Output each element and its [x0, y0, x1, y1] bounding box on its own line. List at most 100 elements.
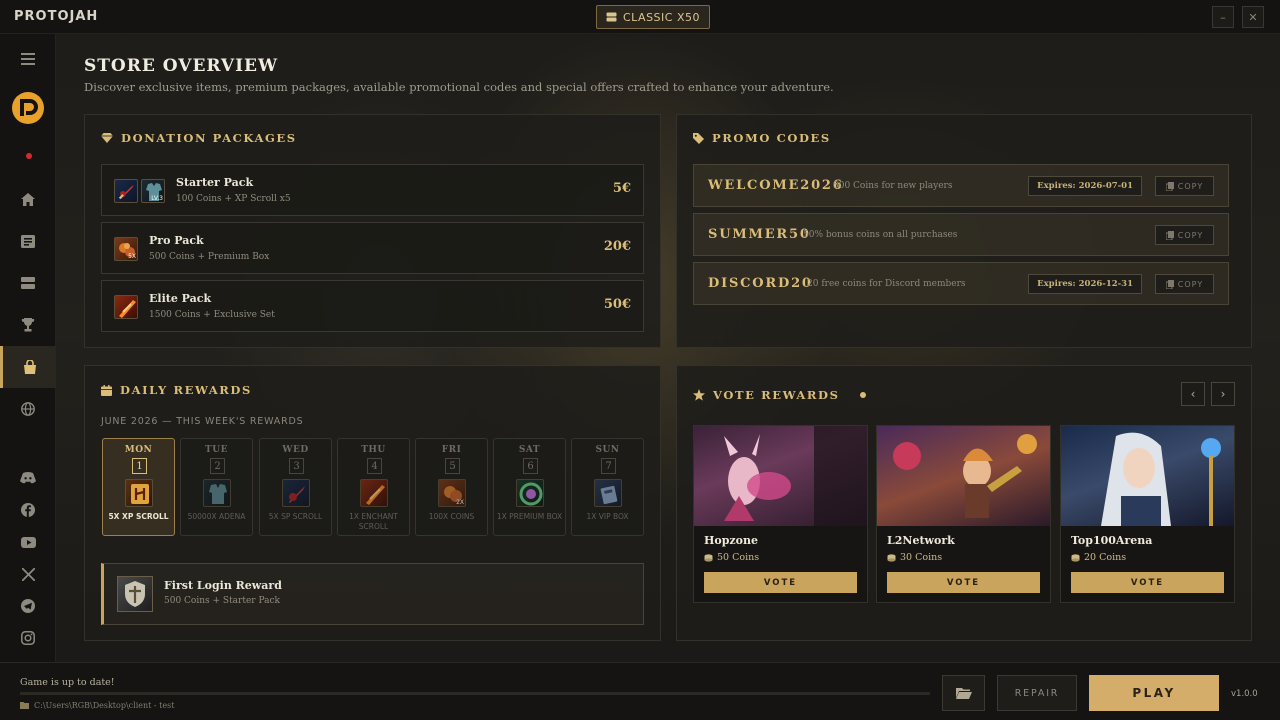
day-name: WED — [282, 445, 309, 455]
day-name: SUN — [595, 445, 620, 455]
vote-coins-amount: 50 Coins — [717, 552, 760, 563]
package-pro[interactable]: 5X Pro Pack 500 Coins + Premium Box 20€ — [101, 222, 644, 274]
day-number: 2 — [210, 458, 225, 474]
star-icon — [693, 389, 705, 401]
vote-button[interactable]: VOTE — [887, 572, 1040, 593]
donation-packages-title: DONATION PACKAGES — [121, 131, 297, 145]
package-price: 20€ — [603, 239, 631, 254]
store-icon[interactable] — [0, 346, 56, 388]
item-badge-5x: 5X — [128, 253, 136, 260]
day-reward: 50000X ADENA — [187, 512, 246, 521]
close-button[interactable]: ✕ — [1242, 6, 1264, 28]
play-button[interactable]: PLAY — [1089, 675, 1219, 711]
item-badge-2x: 2X — [456, 499, 464, 506]
day-card-mon[interactable]: MON 1 5X XP SCROLL — [102, 438, 175, 536]
copy-label: COPY — [1177, 181, 1204, 191]
globe-icon[interactable] — [0, 390, 56, 428]
copy-button[interactable]: COPY — [1155, 176, 1214, 196]
day-card-tue[interactable]: TUE 2 50000X ADENA — [180, 438, 253, 536]
copy-icon — [1165, 279, 1174, 289]
copy-button[interactable]: COPY — [1155, 225, 1214, 245]
package-description: 1500 Coins + Exclusive Set — [149, 310, 275, 320]
vote-card-l2network: L2Network 30 Coins VOTE — [876, 425, 1051, 603]
copy-icon — [1165, 230, 1174, 240]
vote-indicator-dot — [859, 392, 866, 398]
sp-scroll-icon — [282, 479, 310, 507]
promo-code: WELCOME2026 — [708, 178, 844, 193]
day-card-sun[interactable]: SUN 7 1X VIP BOX — [571, 438, 644, 536]
day-name: FRI — [441, 445, 462, 455]
item-icon-coins: 5X — [114, 237, 138, 261]
donation-packages-panel: DONATION PACKAGES LV.3 Starter Pack 100 … — [84, 114, 661, 348]
promo-code: DISCORD20 — [708, 276, 813, 291]
promo-row-discord: DISCORD20 20 free coins for Discord memb… — [693, 262, 1229, 305]
day-name: MON — [124, 445, 153, 455]
carousel-prev-button[interactable]: ‹ — [1181, 382, 1205, 406]
package-elite[interactable]: Elite Pack 1500 Coins + Exclusive Set 50… — [101, 280, 644, 332]
trophy-icon[interactable] — [0, 306, 56, 344]
app-brand: PROTOJAH — [14, 9, 99, 24]
vote-coins-amount: 20 Coins — [1084, 552, 1127, 563]
day-card-wed[interactable]: WED 3 5X SP SCROLL — [259, 438, 332, 536]
item-badge-lv3: LV.3 — [151, 195, 163, 202]
title-bar: PROTOJAH CLASSIC X50 – ✕ — [0, 0, 1280, 34]
day-number: 3 — [289, 458, 304, 474]
daily-rewards-title: DAILY REWARDS — [120, 383, 252, 397]
vote-coins: 30 Coins — [887, 552, 942, 563]
vip-box-icon — [594, 479, 622, 507]
package-description: 500 Coins + Premium Box — [149, 252, 270, 262]
carousel-next-button[interactable]: › — [1211, 382, 1235, 406]
day-reward: 1X VIP BOX — [586, 512, 629, 521]
first-login-reward[interactable]: First Login Reward 500 Coins + Starter P… — [101, 563, 644, 625]
diamond-icon — [101, 133, 113, 143]
day-number: 4 — [367, 458, 382, 474]
server-selector[interactable]: CLASSIC X50 — [596, 5, 710, 29]
daily-rewards-panel: DAILY REWARDS JUNE 2026 — THIS WEEK'S RE… — [84, 365, 661, 641]
top100arena-banner-image — [1061, 426, 1234, 526]
day-card-thu[interactable]: THU 4 1X ENCHANT SCROLL — [337, 438, 410, 536]
server-label: CLASSIC X50 — [622, 10, 700, 24]
instagram-icon[interactable] — [0, 619, 56, 657]
week-label: JUNE 2026 — THIS WEEK'S REWARDS — [101, 416, 304, 427]
promo-codes-heading: PROMO CODES — [693, 131, 831, 145]
promo-codes-panel: PROMO CODES WELCOME2026 500 Coins for ne… — [676, 114, 1252, 348]
client-path: C:\Users\RGB\Desktop\client - test — [20, 701, 174, 710]
vote-coins-amount: 30 Coins — [900, 552, 943, 563]
xp-scroll-icon — [125, 479, 153, 507]
vote-rewards-panel: VOTE REWARDS ‹ › Hopzone 50 Coins VOTE L… — [676, 365, 1252, 641]
day-number: 6 — [523, 458, 538, 474]
logo-icon[interactable] — [11, 91, 45, 125]
coins-stack-icon — [1071, 553, 1080, 562]
open-folder-button[interactable] — [942, 675, 985, 711]
news-icon[interactable] — [0, 222, 56, 260]
day-reward: 5X SP SCROLL — [268, 512, 323, 521]
package-starter[interactable]: LV.3 Starter Pack 100 Coins + XP Scroll … — [101, 164, 644, 216]
folder-icon — [20, 702, 29, 709]
copy-button[interactable]: COPY — [1155, 274, 1214, 294]
vote-site-name: Hopzone — [704, 534, 759, 547]
first-login-description: 500 Coins + Starter Pack — [164, 596, 280, 606]
menu-icon[interactable] — [0, 40, 56, 78]
package-price: 50€ — [603, 297, 631, 312]
folder-open-icon — [955, 688, 972, 699]
day-card-sat[interactable]: SAT 6 1X PREMIUM BOX — [493, 438, 566, 536]
day-number: 1 — [132, 458, 147, 474]
day-number: 5 — [445, 458, 460, 474]
servers-icon[interactable] — [0, 264, 56, 302]
day-name: THU — [361, 445, 386, 455]
package-name: Starter Pack — [176, 176, 254, 189]
day-card-fri[interactable]: FRI 5 2X 100X COINS — [415, 438, 488, 536]
minimize-button[interactable]: – — [1212, 6, 1234, 28]
home-icon[interactable] — [0, 180, 56, 218]
vote-button[interactable]: VOTE — [1071, 572, 1224, 593]
update-progress-bar — [20, 692, 930, 695]
vote-button[interactable]: VOTE — [704, 572, 857, 593]
promo-description: 500 Coins for new players — [833, 181, 953, 191]
repair-button[interactable]: REPAIR — [997, 675, 1077, 711]
coins-icon: 2X — [438, 479, 466, 507]
day-reward: 100X COINS — [428, 512, 475, 521]
promo-description: 50% bonus coins on all purchases — [803, 230, 958, 240]
package-items: 5X — [114, 237, 138, 261]
vote-site-name: L2Network — [887, 534, 955, 547]
day-reward: 5X XP SCROLL — [108, 512, 169, 521]
